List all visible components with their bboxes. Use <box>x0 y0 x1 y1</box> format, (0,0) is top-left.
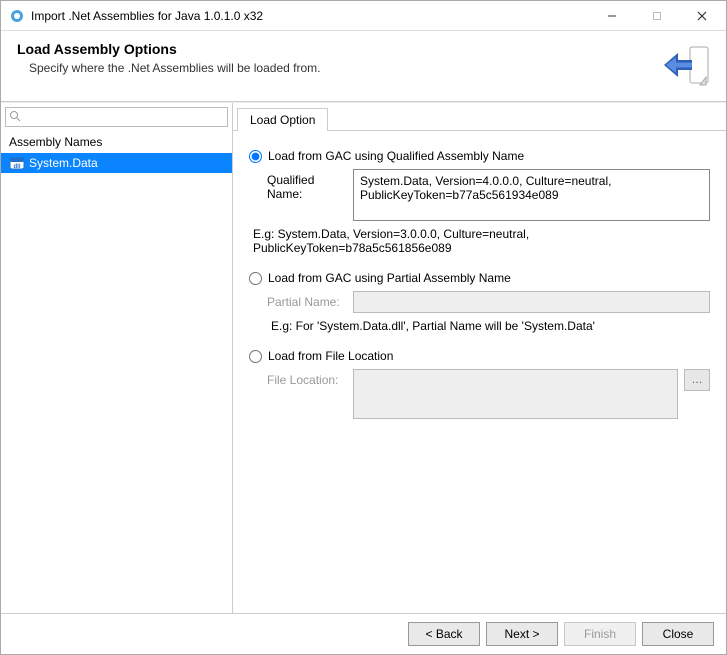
tab-load-option[interactable]: Load Option <box>237 108 328 131</box>
search-input[interactable] <box>5 107 228 127</box>
assembly-list[interactable]: dll System.Data <box>1 153 232 613</box>
partial-name-input <box>353 291 710 313</box>
browse-button[interactable]: … <box>684 369 710 391</box>
qualified-name-label: Qualified Name: <box>267 169 347 201</box>
file-location-row: File Location: … <box>267 369 710 419</box>
titlebar: Import .Net Assemblies for Java 1.0.1.0 … <box>1 1 726 31</box>
dialog-window: Import .Net Assemblies for Java 1.0.1.0 … <box>0 0 727 655</box>
radio-gac-partial-row: Load from GAC using Partial Assembly Nam… <box>249 271 710 285</box>
qualified-name-row: Qualified Name: <box>267 169 710 221</box>
file-location-label: File Location: <box>267 369 347 387</box>
radio-gac-partial-label: Load from GAC using Partial Assembly Nam… <box>268 271 511 285</box>
form-area: Load from GAC using Qualified Assembly N… <box>233 131 726 431</box>
assembly-icon: dll <box>9 155 25 171</box>
partial-name-row: Partial Name: <box>267 291 710 313</box>
close-dialog-button[interactable]: Close <box>642 622 714 646</box>
app-icon <box>9 8 25 24</box>
list-item-label: System.Data <box>29 156 98 170</box>
partial-name-label: Partial Name: <box>267 291 347 309</box>
content-area: Assembly Names dll System.Data Load <box>1 102 726 613</box>
partial-example: E.g: For 'System.Data.dll', Partial Name… <box>271 319 710 333</box>
window-title: Import .Net Assemblies for Java 1.0.1.0 … <box>31 9 589 23</box>
radio-gac-qualified-row: Load from GAC using Qualified Assembly N… <box>249 149 710 163</box>
file-location-input <box>353 369 678 419</box>
radio-file-location-row: Load from File Location <box>249 349 710 363</box>
back-button[interactable]: < Back <box>408 622 480 646</box>
search-icon <box>9 110 21 122</box>
footer: < Back Next > Finish Close <box>1 613 726 654</box>
radio-file-location[interactable] <box>249 350 262 363</box>
header-text: Load Assembly Options Specify where the … <box>17 41 662 75</box>
maximize-button <box>634 2 679 30</box>
svg-text:dll: dll <box>14 164 21 170</box>
close-button[interactable] <box>679 2 724 30</box>
radio-file-location-label: Load from File Location <box>268 349 393 363</box>
left-pane: Assembly Names dll System.Data <box>1 103 233 613</box>
search-wrap <box>1 103 232 129</box>
qualified-example: E.g: System.Data, Version=3.0.0.0, Cultu… <box>253 227 710 255</box>
finish-button: Finish <box>564 622 636 646</box>
radio-gac-partial[interactable] <box>249 272 262 285</box>
header-panel: Load Assembly Options Specify where the … <box>1 31 726 102</box>
ellipsis-icon: … <box>692 374 703 386</box>
right-pane: Load Option Load from GAC using Qualifie… <box>233 103 726 613</box>
tabs: Load Option <box>233 103 726 131</box>
list-item[interactable]: dll System.Data <box>1 153 232 173</box>
assembly-names-label: Assembly Names <box>1 129 232 153</box>
minimize-button[interactable] <box>589 2 634 30</box>
page-title: Load Assembly Options <box>17 41 662 57</box>
next-button[interactable]: Next > <box>486 622 558 646</box>
radio-gac-qualified-label: Load from GAC using Qualified Assembly N… <box>268 149 524 163</box>
import-arrow-icon <box>662 41 710 89</box>
radio-gac-qualified[interactable] <box>249 150 262 163</box>
qualified-name-input[interactable] <box>353 169 710 221</box>
page-subtitle: Specify where the .Net Assemblies will b… <box>29 61 662 75</box>
